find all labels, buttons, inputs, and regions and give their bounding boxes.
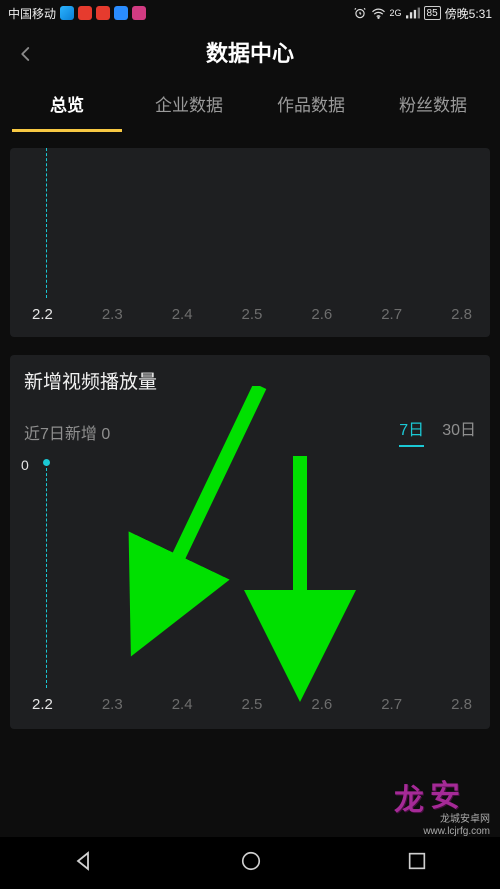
network-type: 2G <box>390 8 402 18</box>
section-title: 新增视频播放量 <box>24 367 476 394</box>
page-title: 数据中心 <box>206 36 294 68</box>
carrier-label: 中国移动 <box>8 5 56 22</box>
status-bar: 中国移动 2G 85 傍晚5:31 <box>0 0 500 26</box>
chart-xaxis-top: 2.2 2.3 2.4 2.5 2.6 2.7 2.8 <box>24 306 476 323</box>
xaxis-tick: 2.2 <box>32 696 53 713</box>
xaxis-tick: 2.8 <box>451 306 472 323</box>
tab-enterprise[interactable]: 企业数据 <box>128 83 250 124</box>
nav-recent-icon[interactable] <box>406 850 428 877</box>
tab-fans[interactable]: 粉丝数据 <box>372 83 494 124</box>
app-icon-4 <box>114 6 128 20</box>
period-tab-30d[interactable]: 30日 <box>442 416 476 447</box>
stat-summary: 近7日新增 0 <box>24 420 110 444</box>
app-icon-1 <box>60 6 74 20</box>
status-time: 傍晚5:31 <box>445 5 492 22</box>
chart-point-icon <box>43 459 50 466</box>
system-nav-bar <box>0 837 500 889</box>
period-tabs: 7日 30日 <box>399 416 476 447</box>
nav-back-icon[interactable] <box>72 849 96 878</box>
chart-card-top: 2.2 2.3 2.4 2.5 2.6 2.7 2.8 <box>10 148 490 337</box>
xaxis-tick: 2.4 <box>172 696 193 713</box>
main-tabs: 总览 企业数据 作品数据 粉丝数据 <box>0 78 500 128</box>
app-icon-3 <box>96 6 110 20</box>
watermark-site: 龙城安卓网 <box>423 814 490 826</box>
signal-icon <box>406 7 420 19</box>
xaxis-tick: 2.7 <box>381 696 402 713</box>
chart-plot-main: 0 <box>46 463 470 688</box>
xaxis-tick: 2.8 <box>451 696 472 713</box>
watermark-url: www.lcjrfg.com <box>423 826 490 838</box>
app-icon-2 <box>78 6 92 20</box>
app-icon-5 <box>132 6 146 20</box>
period-tab-7d[interactable]: 7日 <box>399 416 424 447</box>
xaxis-tick: 2.5 <box>242 306 263 323</box>
xaxis-tick: 2.6 <box>311 696 332 713</box>
y-zero-label: 0 <box>21 457 29 473</box>
xaxis-tick: 2.2 <box>32 306 53 323</box>
xaxis-tick: 2.5 <box>242 696 263 713</box>
xaxis-tick: 2.4 <box>172 306 193 323</box>
xaxis-tick: 2.7 <box>381 306 402 323</box>
tab-overview[interactable]: 总览 <box>6 83 128 124</box>
back-button[interactable] <box>12 40 40 68</box>
tab-works[interactable]: 作品数据 <box>250 83 372 124</box>
xaxis-tick: 2.3 <box>102 306 123 323</box>
page-header: 数据中心 <box>0 26 500 78</box>
nav-home-icon[interactable] <box>240 850 262 877</box>
watermark: 龙 安 龙城安卓网 www.lcjrfg.com <box>376 775 496 837</box>
chart-xaxis-main: 2.2 2.3 2.4 2.5 2.6 2.7 2.8 <box>24 696 476 713</box>
xaxis-tick: 2.3 <box>102 696 123 713</box>
wifi-icon <box>371 7 386 19</box>
chart-card-video-plays: 新增视频播放量 近7日新增 0 7日 30日 0 2.2 2.3 2.4 2.5… <box>10 355 490 729</box>
chart-plot-top <box>46 148 470 298</box>
content-area: 2.2 2.3 2.4 2.5 2.6 2.7 2.8 新增视频播放量 近7日新… <box>0 128 500 729</box>
xaxis-tick: 2.6 <box>311 306 332 323</box>
battery-indicator: 85 <box>424 6 441 20</box>
alarm-icon <box>353 6 367 20</box>
